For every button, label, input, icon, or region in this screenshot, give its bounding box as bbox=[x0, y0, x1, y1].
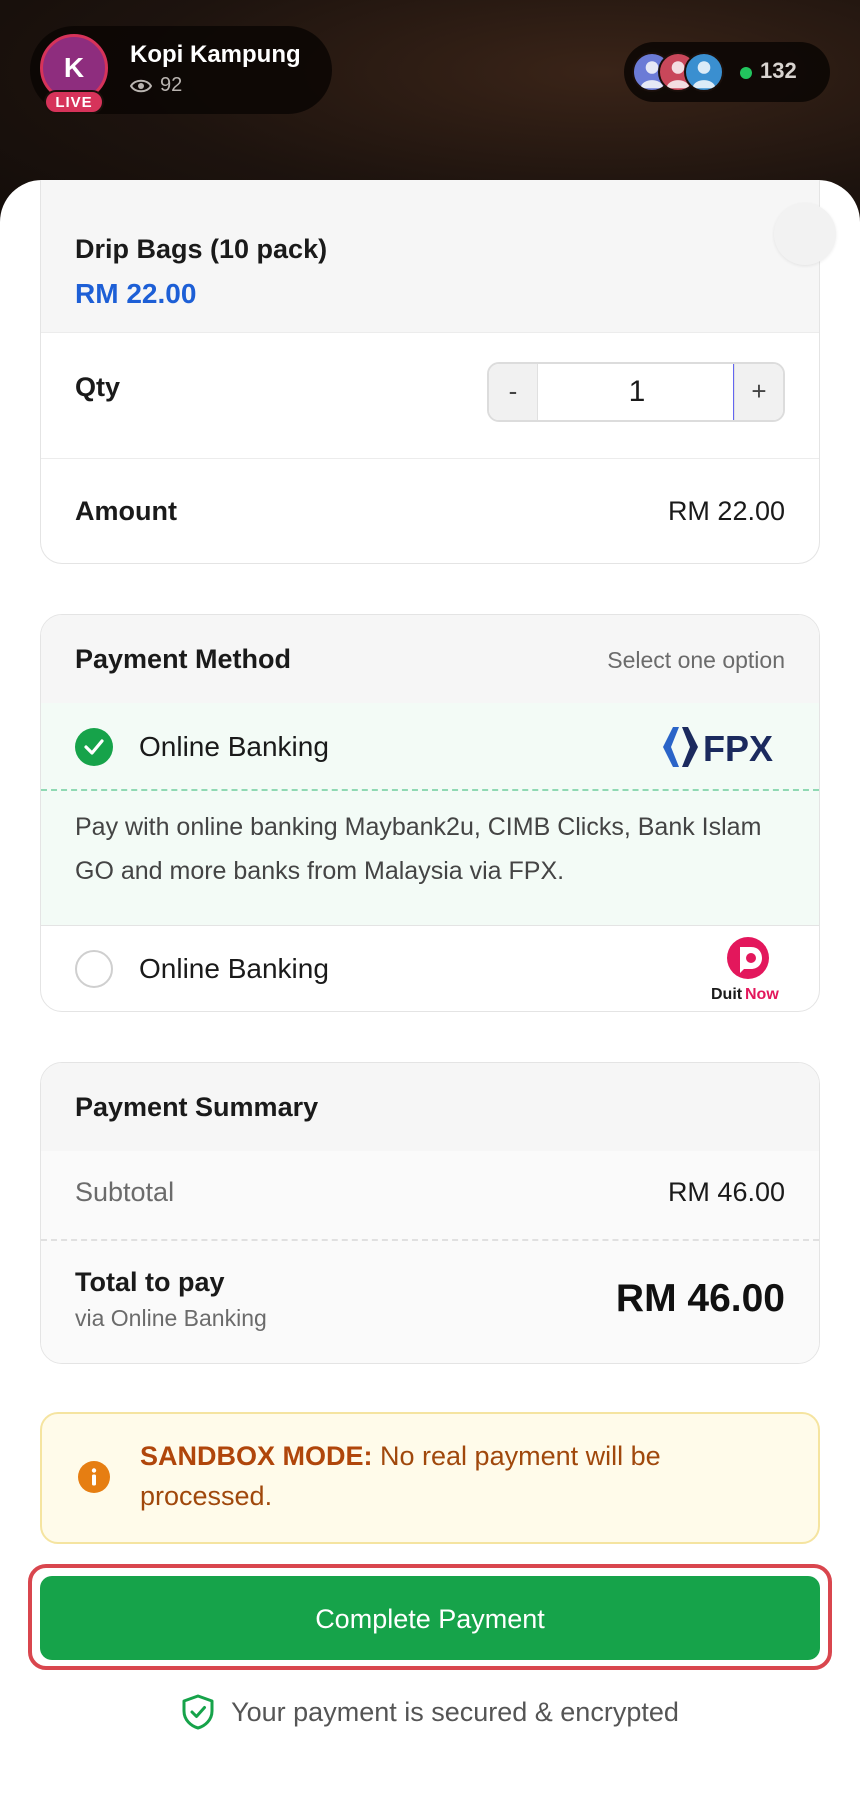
payment-summary-title: Payment Summary bbox=[75, 1092, 319, 1122]
fpx-logo-text: FPX bbox=[703, 728, 773, 769]
payment-option-duitnow[interactable]: Online Banking Duit Now bbox=[41, 925, 819, 1011]
payment-option-label: Online Banking bbox=[139, 731, 329, 762]
check-icon bbox=[84, 739, 104, 755]
viewer-count: 92 bbox=[160, 74, 183, 96]
sandbox-notice-strong: SANDBOX MODE: bbox=[140, 1441, 373, 1471]
payment-method-header: Payment Method Select one option bbox=[41, 615, 819, 704]
sandbox-notice: SANDBOX MODE: No real payment will be pr… bbox=[40, 1412, 820, 1544]
product-name: Drip Bags (10 pack) bbox=[75, 234, 328, 264]
online-status-dot bbox=[740, 67, 752, 79]
security-note-text: Your payment is secured & encrypted bbox=[231, 1696, 679, 1727]
duitnow-text-a: Duit bbox=[711, 986, 743, 1003]
payment-method-card: Payment Method Select one option Online … bbox=[40, 614, 820, 1012]
payment-method-title: Payment Method bbox=[75, 644, 292, 674]
total-row: Total to pay via Online Banking RM 46.00 bbox=[41, 1241, 819, 1363]
live-badge: LIVE bbox=[44, 90, 104, 114]
payment-method-hint: Select one option bbox=[607, 647, 785, 673]
complete-payment-button[interactable]: Complete Payment bbox=[40, 1576, 820, 1660]
host-name: Kopi Kampung bbox=[130, 41, 301, 68]
sandbox-notice-text: SANDBOX MODE: No real payment will be pr… bbox=[140, 1436, 780, 1516]
duitnow-text-b: Now bbox=[745, 986, 779, 1003]
total-value: RM 46.00 bbox=[615, 1277, 785, 1320]
payment-option-fpx[interactable]: Online Banking FPX Pay with online banki… bbox=[41, 703, 819, 926]
product-price: RM 22.00 bbox=[75, 278, 197, 309]
quantity-stepper: - 1 + bbox=[487, 362, 785, 422]
payment-option-row: Online Banking FPX bbox=[41, 703, 819, 791]
payment-option-label: Online Banking bbox=[139, 953, 329, 984]
radio-selected[interactable] bbox=[75, 728, 113, 766]
radio-unselected[interactable] bbox=[75, 950, 113, 988]
amount-row: Amount RM 22.00 bbox=[41, 458, 819, 563]
product-card: Drip Bags (10 pack) RM 22.00 Qty - 1 + A… bbox=[40, 180, 820, 564]
payment-summary-card: Payment Summary Subtotal RM 46.00 Total … bbox=[40, 1062, 820, 1364]
decrease-qty-button[interactable]: - bbox=[489, 364, 538, 420]
checkout-sheet: Drip Bags (10 pack) RM 22.00 Qty - 1 + A… bbox=[0, 180, 860, 1800]
amount-label: Amount bbox=[75, 496, 177, 526]
host-avatar-initial: K bbox=[63, 52, 85, 83]
subtotal-row: Subtotal RM 46.00 bbox=[41, 1151, 819, 1241]
total-payment-method: via Online Banking bbox=[75, 1305, 267, 1331]
viewer-count-row: 92 bbox=[130, 74, 182, 97]
audience-avatar bbox=[684, 52, 724, 92]
audience-pill[interactable]: 132 bbox=[624, 42, 830, 102]
amount-value: RM 22.00 bbox=[667, 496, 785, 526]
subtotal-value: RM 46.00 bbox=[667, 1177, 785, 1207]
qty-label: Qty bbox=[75, 372, 121, 402]
shield-check-icon bbox=[182, 1694, 214, 1730]
payment-summary-header: Payment Summary bbox=[41, 1063, 819, 1152]
subtotal-label: Subtotal bbox=[75, 1177, 175, 1207]
security-note: Your payment is secured & encrypted bbox=[0, 1692, 860, 1732]
info-icon bbox=[78, 1461, 110, 1493]
increase-qty-button[interactable]: + bbox=[734, 364, 783, 420]
product-header: Drip Bags (10 pack) RM 22.00 bbox=[41, 180, 819, 333]
quantity-row: Qty - 1 + bbox=[41, 332, 819, 459]
eye-icon bbox=[130, 79, 152, 92]
online-count: 132 bbox=[760, 58, 797, 83]
quantity-input[interactable]: 1 bbox=[537, 364, 737, 420]
fpx-logo: FPX bbox=[663, 727, 773, 769]
total-label: Total to pay bbox=[75, 1267, 225, 1297]
payment-option-description: Pay with online banking Maybank2u, CIMB … bbox=[75, 813, 762, 885]
close-sheet-button[interactable] bbox=[774, 203, 836, 265]
user-icon bbox=[692, 61, 716, 89]
duitnow-logo: Duit Now bbox=[711, 937, 779, 1003]
host-info-pill[interactable]: K LIVE Kopi Kampung 92 bbox=[30, 26, 332, 114]
